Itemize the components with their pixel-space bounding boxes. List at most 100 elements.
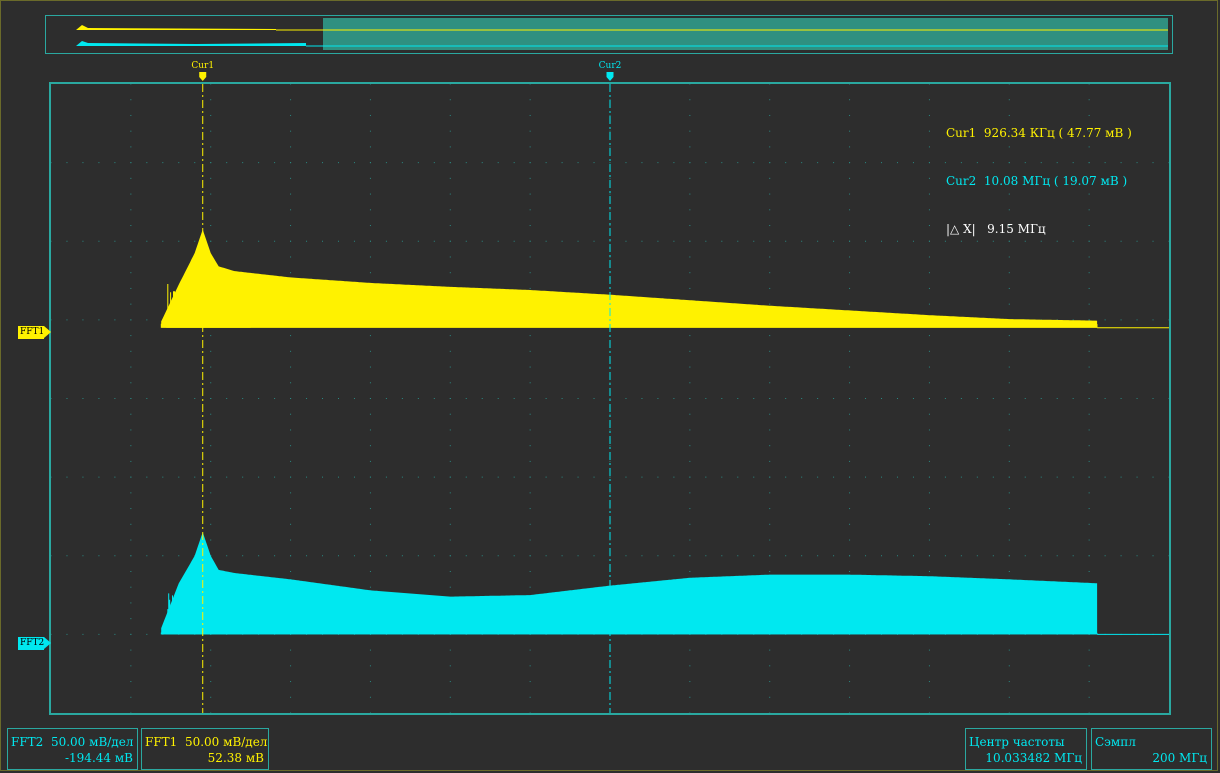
grid-dot bbox=[290, 570, 292, 572]
grid-dot bbox=[210, 209, 212, 211]
grid-dot bbox=[928, 335, 930, 337]
grid-dot bbox=[769, 335, 771, 337]
grid-dot bbox=[290, 162, 292, 164]
grid-dot bbox=[66, 398, 68, 399]
grid-dot bbox=[401, 240, 403, 242]
grid-dot bbox=[66, 633, 68, 635]
grid-dot bbox=[290, 649, 292, 651]
grid-dot bbox=[369, 146, 371, 148]
grid-dot bbox=[130, 162, 132, 164]
grid-dot bbox=[481, 555, 483, 557]
grid-dot bbox=[66, 162, 68, 164]
grid-dot bbox=[928, 429, 930, 431]
grid-dot bbox=[449, 193, 451, 195]
grid-dot bbox=[689, 272, 691, 274]
grid-dot bbox=[833, 240, 835, 242]
grid-dot bbox=[1008, 350, 1010, 352]
grid-dot bbox=[1056, 476, 1058, 478]
grid-dot bbox=[449, 83, 451, 85]
grid-dot bbox=[689, 649, 691, 651]
grid-dot bbox=[1088, 398, 1090, 399]
grid-dot bbox=[689, 696, 691, 698]
grid-dot bbox=[98, 162, 100, 164]
grid-dot bbox=[689, 114, 691, 116]
grid-dot bbox=[896, 476, 898, 478]
grid-dot bbox=[689, 225, 691, 227]
grid-dot bbox=[833, 476, 835, 478]
grid-dot bbox=[82, 162, 84, 164]
sample-rate-label: Сэмпл bbox=[1095, 735, 1136, 749]
grid-dot bbox=[369, 177, 371, 179]
grid-dot bbox=[689, 508, 691, 510]
fft2-channel-marker[interactable]: FFT2 bbox=[18, 637, 51, 650]
grid-dot bbox=[449, 445, 451, 447]
grid-dot bbox=[353, 162, 355, 164]
grid-dot bbox=[130, 712, 132, 714]
fft1-channel-marker[interactable]: FFT1 bbox=[18, 326, 51, 339]
grid-dot bbox=[369, 382, 371, 384]
grid-dot bbox=[849, 570, 851, 572]
grid-dot bbox=[146, 398, 148, 399]
grid-dot bbox=[928, 366, 930, 368]
grid-dot bbox=[481, 240, 483, 242]
grid-dot bbox=[210, 193, 212, 195]
grid-dot bbox=[529, 350, 531, 352]
grid-dot bbox=[130, 445, 132, 447]
grid-dot bbox=[928, 539, 930, 541]
grid-dot bbox=[529, 523, 531, 525]
grid-dot bbox=[769, 83, 771, 85]
grid-dot bbox=[865, 162, 867, 164]
grid-dot bbox=[673, 162, 675, 164]
grid-dot bbox=[1152, 162, 1154, 164]
grid-dot bbox=[433, 240, 435, 242]
grid-dot bbox=[258, 555, 260, 557]
grid-dot bbox=[1088, 382, 1090, 384]
grid-dot bbox=[1008, 445, 1010, 447]
grid-dot bbox=[785, 162, 787, 164]
grid-dot bbox=[849, 445, 851, 447]
grid-dot bbox=[849, 335, 851, 337]
grid-dot bbox=[322, 398, 324, 399]
fft2-info-box[interactable]: FFT2 50.00 мВ/дел -194.44 мВ bbox=[7, 728, 138, 770]
grid-dot bbox=[50, 555, 52, 557]
grid-dot bbox=[433, 162, 435, 164]
grid-dot bbox=[369, 272, 371, 274]
grid-dot bbox=[912, 162, 914, 164]
grid-dot bbox=[849, 712, 851, 714]
grid-dot bbox=[258, 398, 260, 399]
grid-dot bbox=[322, 162, 324, 164]
grid-dot bbox=[178, 555, 180, 557]
grid-dot bbox=[369, 366, 371, 368]
fft1-info-box[interactable]: FFT1 50.00 мВ/дел 52.38 мВ bbox=[141, 728, 269, 770]
grid-dot bbox=[849, 130, 851, 132]
grid-dot bbox=[1088, 712, 1090, 714]
grid-dot bbox=[976, 555, 978, 557]
grid-dot bbox=[306, 476, 308, 478]
grid-dot bbox=[449, 508, 451, 510]
grid-dot bbox=[130, 350, 132, 352]
sample-rate-box[interactable]: Сэмпл 200 МГц bbox=[1091, 728, 1212, 770]
grid-dot bbox=[1152, 398, 1154, 399]
readout-cur1-value: 926.34 КГц ( 47.77 мВ ) bbox=[983, 126, 1132, 140]
grid-dot bbox=[1088, 476, 1090, 478]
grid-dot bbox=[769, 146, 771, 148]
grid-dot bbox=[497, 555, 499, 557]
grid-dot bbox=[417, 398, 419, 399]
grid-dot bbox=[274, 398, 276, 399]
grid-dot bbox=[449, 555, 451, 557]
grid-dot bbox=[1136, 555, 1138, 557]
grid-dot bbox=[290, 508, 292, 510]
grid-dot bbox=[258, 240, 260, 242]
grid-dot bbox=[673, 476, 675, 478]
grid-dot bbox=[1088, 287, 1090, 289]
grid-dot bbox=[130, 586, 132, 588]
grid-dot bbox=[928, 681, 930, 683]
grid-dot bbox=[1136, 162, 1138, 164]
grid-dot bbox=[689, 570, 691, 572]
center-frequency-box[interactable]: Центр частоты 10.033482 МГц bbox=[965, 728, 1087, 770]
grid-dot bbox=[1168, 240, 1170, 242]
grid-dot bbox=[369, 256, 371, 258]
grid-dot bbox=[417, 476, 419, 478]
grid-dot bbox=[290, 335, 292, 337]
grid-dot bbox=[529, 225, 531, 227]
